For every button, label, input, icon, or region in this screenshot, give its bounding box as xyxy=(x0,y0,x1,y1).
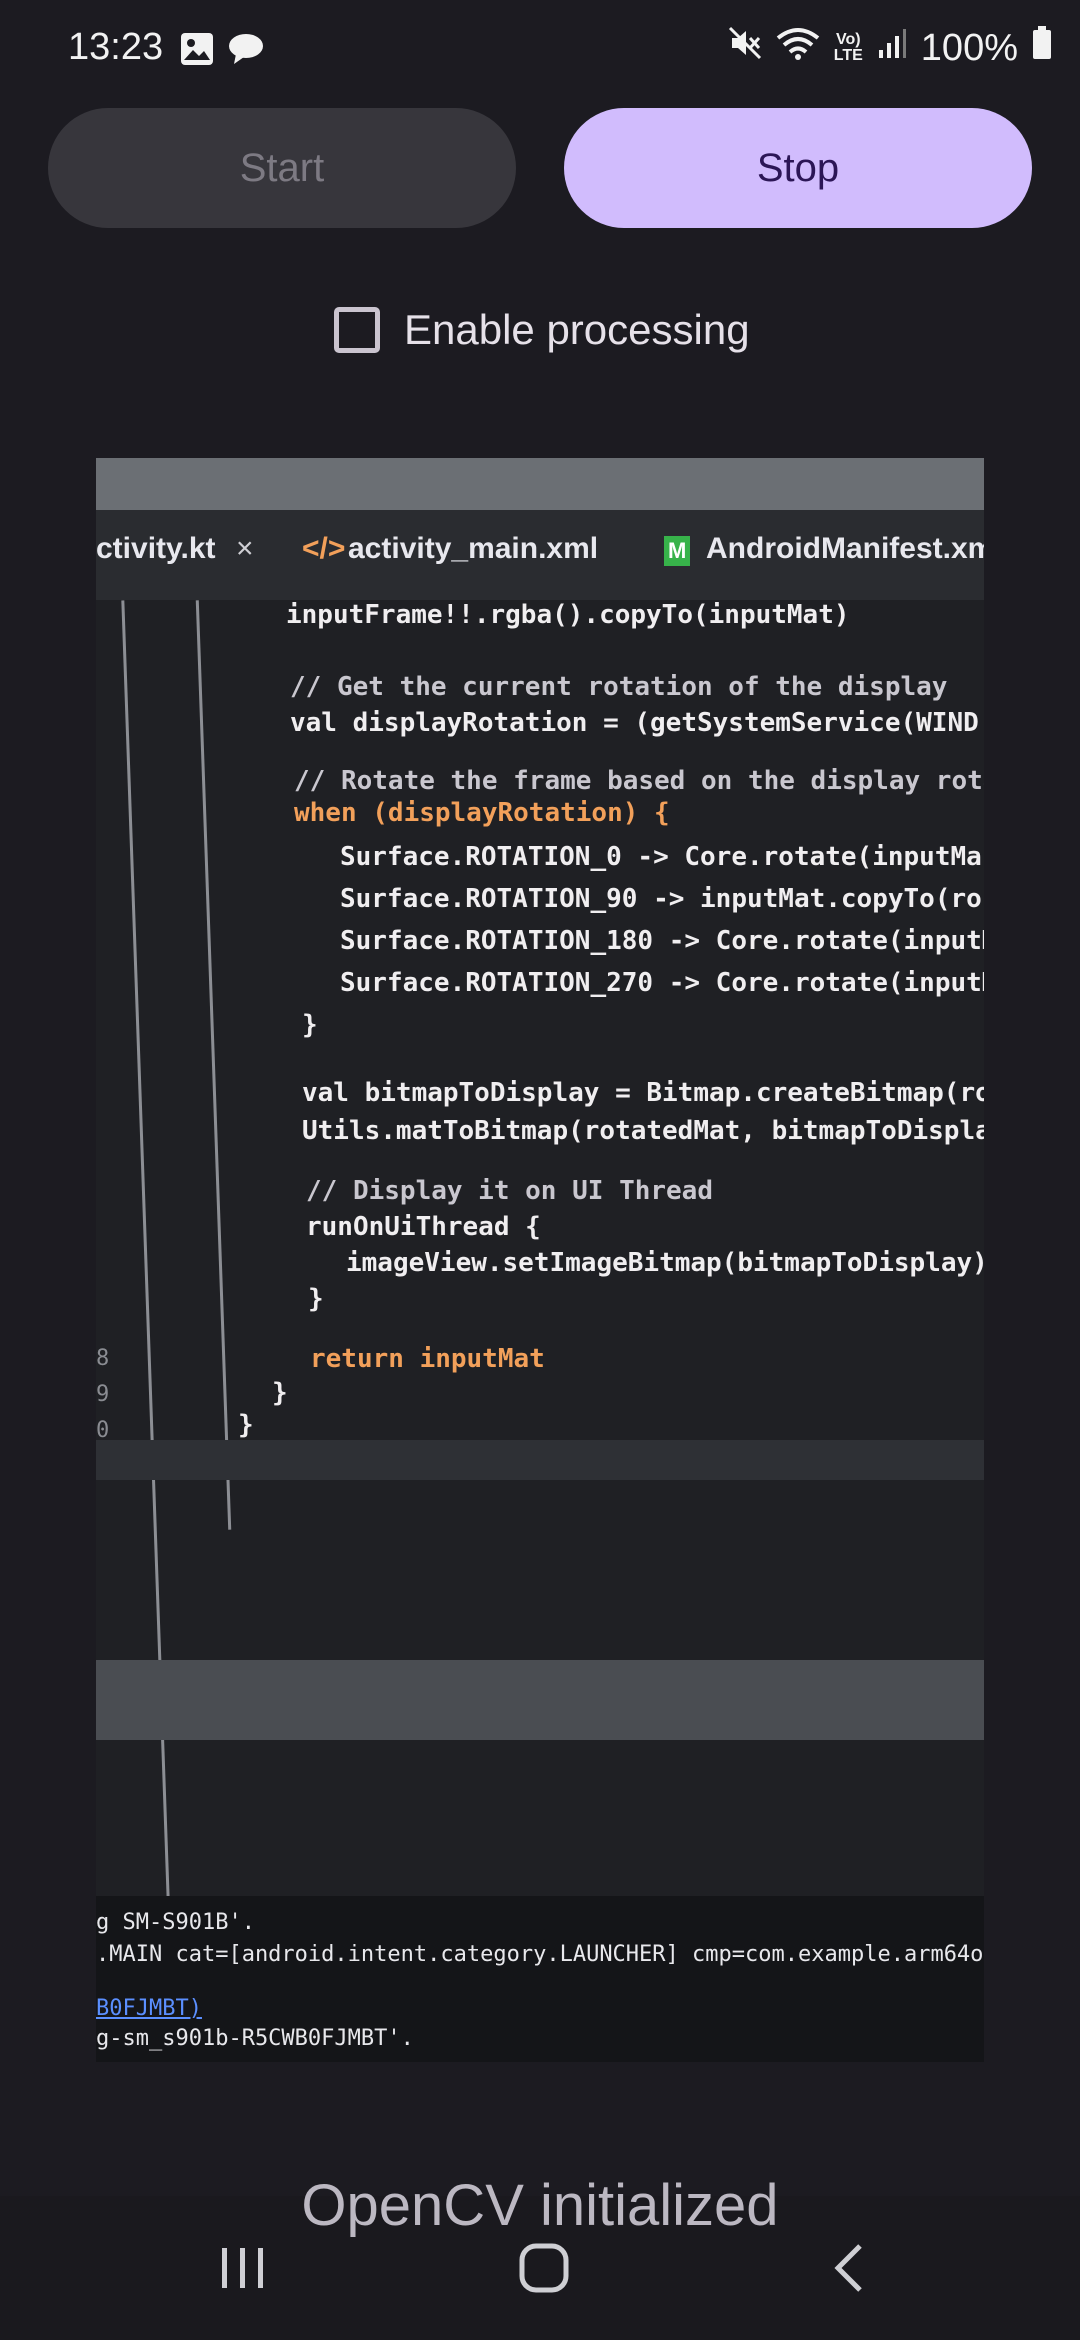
status-message: OpenCV initialized xyxy=(301,2173,779,2238)
code-line: Surface.ROTATION_180 -> Core.rotate(inpu… xyxy=(340,926,984,956)
stop-button[interactable]: Stop xyxy=(564,108,1032,228)
console-line: g-sm_s901b-R5CWB0FJMBT'. xyxy=(96,2026,414,2051)
start-button[interactable]: Start xyxy=(48,108,516,228)
code-line: runOnUiThread { xyxy=(306,1212,541,1242)
code-line: imageView.setImageBitmap(bitmapToDisplay… xyxy=(346,1248,984,1278)
preview-code-editor: inputFrame!!.rgba().copyTo(inputMat) // … xyxy=(96,600,984,2062)
preview-current-line-highlight xyxy=(96,1440,984,1480)
status-bar: 13:23 Vo) LTE 100% xyxy=(0,0,1080,104)
code-line: when (displayRotation) { xyxy=(294,798,670,828)
preview-indent-guide xyxy=(195,600,232,1530)
chat-bubble-icon xyxy=(228,32,264,71)
wifi-icon xyxy=(776,26,820,70)
battery-icon xyxy=(1032,26,1052,70)
preview-editor-tabs: ctivity.kt × </> activity_main.xml M And… xyxy=(96,510,984,646)
camera-preview: ctivity.kt × </> activity_main.xml M And… xyxy=(96,458,984,2062)
enable-processing-row[interactable]: Enable processing xyxy=(334,306,750,354)
code-line: val bitmapToDisplay = Bitmap.createBitma… xyxy=(302,1078,984,1108)
status-time: 13:23 xyxy=(68,26,164,68)
code-line: // Get the current rotation of the displ… xyxy=(290,672,948,702)
line-number: 8 xyxy=(96,1346,110,1371)
preview-monitor-bezel xyxy=(96,458,984,510)
code-line: // Display it on UI Thread xyxy=(306,1176,713,1206)
code-line: } xyxy=(272,1378,288,1408)
code-line: val displayRotation = (getSystemService(… xyxy=(290,708,979,738)
console-line: .MAIN cat=[android.intent.category.LAUNC… xyxy=(96,1942,984,1967)
preview-scroll-area xyxy=(96,1660,984,1740)
home-icon[interactable] xyxy=(518,2242,570,2299)
enable-processing-label: Enable processing xyxy=(404,306,750,353)
manifest-icon: M xyxy=(664,536,691,566)
mute-icon xyxy=(728,26,762,70)
code-line: Surface.ROTATION_90 -> inputMat.copyTo(r… xyxy=(340,884,982,914)
code-line: } xyxy=(308,1284,324,1314)
xml-code-icon: </> xyxy=(302,532,346,565)
preview-tab-close-icon: × xyxy=(236,532,254,565)
preview-console: g SM-S901B'. .MAIN cat=[android.intent.c… xyxy=(96,1896,984,2062)
code-line: } xyxy=(302,1010,318,1040)
volte-icon: Vo) LTE xyxy=(833,31,863,64)
code-line: Surface.ROTATION_0 -> Core.rotate(inputM… xyxy=(340,842,982,872)
back-icon[interactable] xyxy=(830,2242,870,2299)
recents-icon[interactable] xyxy=(218,2242,268,2297)
code-line: // Rotate the frame based on the display… xyxy=(294,766,984,796)
line-number: 9 xyxy=(96,1382,110,1407)
preview-tab-manifest: AndroidManifest.xml xyxy=(706,532,984,565)
image-icon xyxy=(180,32,214,71)
console-line: g SM-S901B'. xyxy=(96,1910,255,1935)
preview-tab-activity-kt: ctivity.kt xyxy=(96,532,216,565)
signal-icon xyxy=(877,27,907,70)
battery-percent: 100% xyxy=(920,26,1018,69)
code-line: Utils.matToBitmap(rotatedMat, bitmapToDi… xyxy=(302,1116,984,1146)
code-line: return inputMat xyxy=(310,1344,545,1374)
preview-tab-activity-main: activity_main.xml xyxy=(348,532,599,565)
console-link: B0FJMBT) xyxy=(96,1996,202,2021)
code-line: Surface.ROTATION_270 -> Core.rotate(inpu… xyxy=(340,968,984,998)
code-line: inputFrame!!.rgba().copyTo(inputMat) xyxy=(286,600,850,630)
code-line: } xyxy=(238,1410,254,1440)
enable-processing-checkbox[interactable] xyxy=(334,307,380,353)
